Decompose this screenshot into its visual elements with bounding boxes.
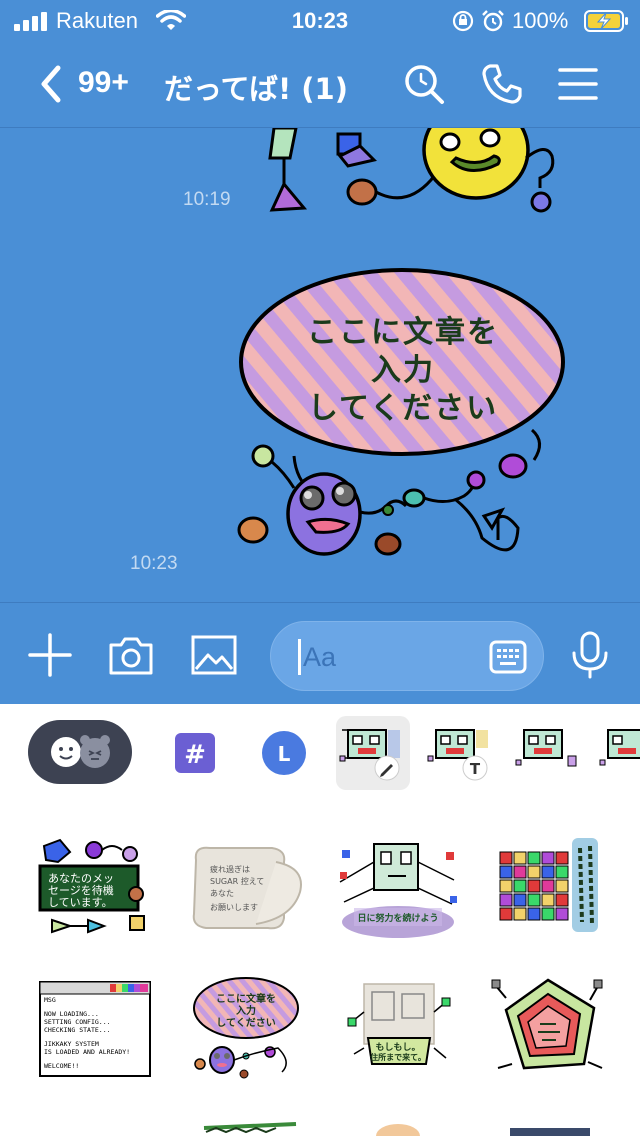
line-tab[interactable]: L: [247, 716, 321, 790]
chat-header: 99+ だってば! (1): [0, 40, 640, 128]
sticker-image: [510, 1128, 590, 1136]
line-circle-icon: L: [262, 731, 306, 775]
rotation-lock-icon: [452, 10, 474, 32]
sticker-pentagon[interactable]: [490, 972, 618, 1092]
unread-count[interactable]: 99+: [78, 66, 129, 100]
svg-text:JIKKAKY SYSTEM: JIKKAKY SYSTEM: [44, 1040, 99, 1048]
sticker-image: 疲れ過ぎは SUGAR 控えて あなた お願いします: [192, 846, 302, 930]
bubble-line-2: 入力: [371, 353, 435, 388]
message-time: 10:19: [183, 189, 231, 210]
keyboard-icon[interactable]: [489, 639, 527, 675]
sticker-partial-2[interactable]: [334, 1118, 462, 1136]
sticker-partial-1[interactable]: [186, 1118, 314, 1136]
message-input-placeholder: Aa: [303, 642, 337, 672]
sticker-image: 日に努力を続けよう: [339, 843, 457, 938]
sticker-system-loading[interactable]: MSG NOW LOADING... SETTING CONFIG... CHE…: [26, 972, 154, 1092]
svg-text:セージを待機: セージを待機: [48, 883, 114, 897]
message-input[interactable]: Aa: [270, 621, 544, 691]
svg-text:SUGAR 控えて: SUGAR 控えて: [210, 876, 264, 886]
sticker-image: [203, 1122, 297, 1134]
robot-edit-icon: [339, 729, 400, 781]
sticker-image: [491, 978, 603, 1070]
microphone-icon[interactable]: [566, 631, 614, 679]
custom-sticker-edit-tab[interactable]: [336, 716, 410, 790]
sticker-image: [499, 838, 598, 932]
phone-icon[interactable]: [480, 62, 524, 106]
svg-text:もしもし。: もしもし。: [375, 1042, 420, 1053]
robot-icon: [599, 729, 640, 766]
sticker-effort-continue[interactable]: 日に努力を続けよう: [334, 832, 462, 952]
svg-text:L: L: [278, 742, 291, 766]
svg-text:しています。: しています。: [48, 896, 113, 909]
svg-text:NOW LOADING...: NOW LOADING...: [44, 1010, 99, 1018]
battery-percent: 100%: [512, 8, 569, 33]
plus-icon[interactable]: [26, 631, 74, 679]
camera-icon[interactable]: [107, 631, 155, 679]
hashtag-tab[interactable]: #: [158, 716, 232, 790]
chat-title[interactable]: だってば! (1): [164, 66, 348, 108]
status-bar: Rakuten 10:23 100%: [0, 0, 640, 40]
svg-text:MSG: MSG: [44, 996, 56, 1004]
svg-text:#: #: [184, 740, 206, 770]
svg-text:住所まで来て。: 住所まで来て。: [370, 1052, 426, 1062]
svg-text:日に努力を続けよう: 日に努力を続けよう: [357, 912, 438, 924]
robot-icon: [515, 729, 577, 767]
svg-text:疲れ過ぎは: 疲れ過ぎは: [210, 864, 250, 874]
hashtag-icon: #: [175, 733, 215, 773]
sticker-message-1[interactable]: [256, 128, 566, 222]
sticker-image: [376, 1124, 420, 1136]
sticker-moshimoshi[interactable]: もしもし。 住所まで来て。: [334, 972, 462, 1092]
bubble-line-1: ここに文章を: [307, 315, 499, 350]
image-icon[interactable]: [190, 631, 238, 679]
message-input-bar: Aa: [0, 602, 640, 704]
sticker-bubble-text: ここに文章を 入力 してください: [240, 314, 566, 428]
sticker-tab-bar: # L T: [0, 704, 640, 802]
svg-text:CHECKING STATE...: CHECKING STATE...: [44, 1026, 111, 1034]
sticker-image: ここに文章を 入力 してください: [193, 977, 299, 1079]
sticker-image: もしもし。 住所まで来て。: [347, 983, 451, 1065]
bubble-line-3: してください: [307, 391, 499, 426]
custom-sticker-tab-3[interactable]: [512, 716, 586, 790]
sticker-tired-note[interactable]: 疲れ過ぎは SUGAR 控えて あなた お願いします: [186, 832, 314, 952]
svg-text:IS LOADED AND ALREADY!: IS LOADED AND ALREADY!: [44, 1048, 130, 1056]
emoji-bear-icon: [51, 735, 110, 768]
alarm-icon: [482, 10, 504, 32]
custom-sticker-text-tab[interactable]: T: [424, 716, 498, 790]
menu-icon[interactable]: [556, 62, 600, 106]
sticker-enter-text[interactable]: ここに文章を 入力 してください: [186, 972, 314, 1092]
sticker-image: MSG NOW LOADING... SETTING CONFIG... CHE…: [39, 981, 151, 1077]
search-icon[interactable]: [402, 62, 446, 106]
emoji-sticker-tab[interactable]: [28, 720, 132, 784]
svg-text:SETTING CONFIG...: SETTING CONFIG...: [44, 1018, 111, 1026]
battery-charging-icon: [584, 10, 628, 32]
svg-text:入力: 入力: [236, 1004, 256, 1017]
sticker-colorful-grid[interactable]: [490, 832, 618, 952]
chat-screen: Rakuten 10:23 100% 99+ だってば! (1) 10:19 こ…: [0, 0, 640, 704]
svg-text:WELCOME!!: WELCOME!!: [44, 1062, 79, 1070]
chat-messages: 10:19 ここに文章を 入力 してください 10:23: [0, 128, 640, 602]
sticker-grid: あなたのメッ セージを待機 しています。 疲れ過ぎは SUGAR 控えて あなた…: [0, 802, 640, 1136]
svg-text:してください: してください: [216, 1017, 275, 1029]
chevron-left-icon[interactable]: [34, 64, 74, 104]
message-time: 10:23: [130, 553, 178, 574]
svg-text:あなた: あなた: [210, 889, 234, 898]
robot-text-icon: T: [427, 729, 488, 781]
sticker-partial-3[interactable]: [490, 1118, 618, 1136]
sticker-waiting-message[interactable]: あなたのメッ セージを待機 しています。: [26, 832, 154, 952]
sticker-image: あなたのメッ セージを待機 しています。: [38, 838, 145, 934]
text-caret: [298, 639, 301, 675]
svg-text:T: T: [470, 760, 481, 778]
custom-sticker-tab-4[interactable]: [598, 716, 640, 790]
svg-text:お願いします: お願いします: [210, 903, 258, 912]
svg-text:ここに文章を: ここに文章を: [216, 992, 276, 1005]
